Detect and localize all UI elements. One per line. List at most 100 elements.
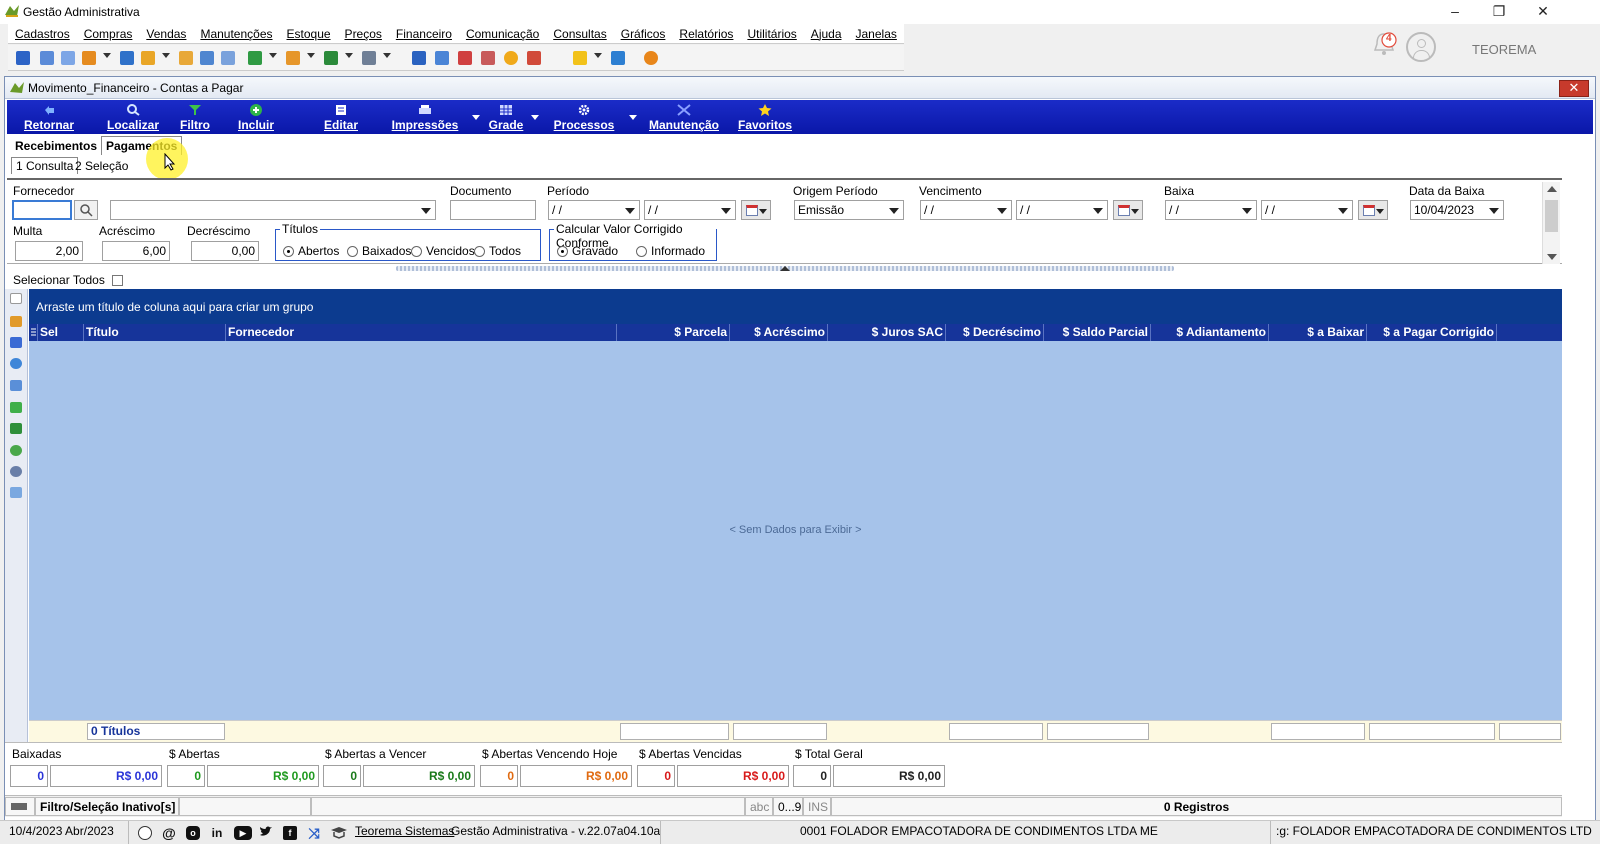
calculator-icon[interactable] (120, 51, 134, 65)
fornecedor-search-button[interactable] (74, 200, 98, 220)
menu-vendas[interactable]: Vendas (139, 24, 193, 41)
calendar-icon[interactable] (412, 51, 426, 65)
menu-consultas[interactable]: Consultas (546, 24, 613, 41)
baixa-de-input[interactable]: / / (1165, 200, 1257, 220)
column-fornecedor[interactable]: Fornecedor (226, 324, 617, 341)
radio-informado[interactable]: Informado (636, 244, 705, 258)
column-adiantamento[interactable]: $ Adiantamento (1151, 324, 1269, 341)
decrescimo-input[interactable]: 0,00 (191, 241, 259, 261)
tab-recebimentos[interactable]: Recebimentos (15, 139, 97, 153)
acrescimo-input[interactable]: 6,00 (102, 241, 170, 261)
window-icon[interactable] (611, 51, 625, 65)
window-close-button[interactable]: ✕ (1559, 80, 1589, 97)
group-by-panel[interactable]: Arraste um título de coluna aqui para cr… (29, 289, 1562, 324)
facebook-icon[interactable]: f (283, 826, 297, 840)
chevron-up-icon[interactable] (780, 266, 790, 271)
menu-ajuda[interactable]: Ajuda (804, 24, 849, 41)
report-icon[interactable] (527, 51, 541, 65)
fornecedor-name-combo[interactable] (110, 200, 436, 220)
linkedin-icon[interactable]: in (210, 826, 224, 840)
periodo-ate-input[interactable]: / / (644, 200, 736, 220)
power-icon[interactable] (644, 51, 658, 65)
restore-button[interactable]: ❐ (1476, 0, 1522, 24)
localizar-button[interactable]: Localizar (105, 100, 161, 134)
wifi-icon[interactable]: ⤨ (307, 826, 321, 840)
user-avatar-icon[interactable] (1406, 32, 1436, 62)
column-juros-sac[interactable]: $ Juros SAC (828, 324, 946, 341)
filter-scrollbar[interactable] (1542, 182, 1560, 264)
grid-menu-icon[interactable] (29, 324, 38, 341)
menu-cadastros[interactable]: Cadastros (8, 24, 77, 41)
clock-icon[interactable] (504, 51, 518, 65)
star-icon[interactable] (573, 51, 587, 65)
column-parcela[interactable]: $ Parcela (617, 324, 730, 341)
move-icon[interactable] (10, 358, 22, 369)
vencimento-calendar-button[interactable] (1113, 200, 1143, 220)
column-a-baixar[interactable]: $ a Baixar (1269, 324, 1367, 341)
radio-baixados[interactable]: Baixados (347, 244, 411, 258)
users-icon[interactable] (40, 51, 54, 65)
column-a-pagar-corrigido[interactable]: $ a Pagar Corrigido (1367, 324, 1497, 341)
instagram-icon[interactable]: o (186, 826, 200, 840)
retornar-button[interactable]: Retornar (19, 100, 79, 134)
impressoes-button[interactable]: Impressões (389, 100, 461, 134)
teorema-sistemas-link[interactable]: Teorema Sistemas (355, 824, 454, 838)
minimize-button[interactable]: – (1432, 0, 1478, 24)
calc-icon[interactable] (435, 51, 449, 65)
selecionar-todos-label[interactable]: Selecionar Todos (13, 273, 124, 287)
processos-button[interactable]: Processos (553, 100, 615, 134)
tab-consulta[interactable]: 1 Consulta (11, 157, 79, 174)
menu-graficos[interactable]: Gráficos (614, 24, 673, 41)
list-icon[interactable] (10, 337, 22, 348)
tab-selecao[interactable]: 2 Seleção (75, 159, 128, 173)
comment-icon[interactable] (10, 380, 22, 391)
grade-button[interactable]: Grade (485, 100, 527, 134)
radio-todos[interactable]: Todos (474, 244, 521, 258)
table-icon[interactable] (10, 402, 22, 413)
person-icon[interactable] (179, 51, 193, 65)
money-icon[interactable] (324, 51, 338, 65)
editar-button[interactable]: Editar (321, 100, 361, 134)
chevron-down-icon[interactable] (383, 53, 391, 58)
twitter-icon[interactable] (259, 826, 273, 840)
radio-vencidos[interactable]: Vencidos (411, 244, 475, 258)
support-icon[interactable] (138, 826, 152, 840)
processos-dropdown-icon[interactable] (629, 115, 637, 120)
stamp-icon[interactable] (10, 316, 22, 327)
document-icon[interactable] (10, 293, 22, 304)
menu-compras[interactable]: Compras (77, 24, 140, 41)
vencimento-ate-input[interactable]: / / (1016, 200, 1108, 220)
column-titulo[interactable]: Título (84, 324, 226, 341)
menu-comunicacao[interactable]: Comunicação (459, 24, 546, 41)
column-acrescimo[interactable]: $ Acréscimo (730, 324, 828, 341)
package-icon[interactable] (286, 51, 300, 65)
column-decrescimo[interactable]: $ Decréscimo (946, 324, 1044, 341)
new-doc-icon[interactable] (16, 51, 30, 65)
documento-input[interactable] (450, 200, 536, 220)
column-saldo-parcial[interactable]: $ Saldo Parcial (1044, 324, 1151, 341)
chevron-down-icon[interactable] (345, 53, 353, 58)
menu-estoque[interactable]: Estoque (280, 24, 338, 41)
chevron-down-icon[interactable] (269, 53, 277, 58)
menu-relatorios[interactable]: Relatórios (672, 24, 740, 41)
menu-financeiro[interactable]: Financeiro (389, 24, 459, 41)
card-icon[interactable] (61, 51, 75, 65)
selecionar-todos-checkbox[interactable] (112, 275, 124, 286)
bank-icon[interactable] (200, 51, 214, 65)
notification-bell-icon[interactable]: 4 (1370, 28, 1398, 63)
id-card-icon[interactable] (221, 51, 235, 65)
youtube-icon[interactable]: ▶ (234, 826, 252, 840)
multa-input[interactable]: 2,00 (15, 241, 83, 261)
grade-dropdown-icon[interactable] (531, 115, 539, 120)
impressoes-dropdown-icon[interactable] (472, 115, 480, 120)
vencimento-de-input[interactable]: / / (920, 200, 1012, 220)
baixa-ate-input[interactable]: / / (1261, 200, 1353, 220)
chevron-down-icon[interactable] (103, 53, 111, 58)
cart-icon[interactable] (248, 51, 262, 65)
arrow-right-icon[interactable] (10, 445, 22, 456)
filtro-button[interactable]: Filtro (177, 100, 213, 134)
menu-manutencoes[interactable]: Manutenções (193, 24, 279, 41)
settings-icon[interactable] (10, 487, 22, 498)
schedule-icon[interactable] (481, 51, 495, 65)
origem-periodo-select[interactable]: Emissão (794, 200, 904, 220)
